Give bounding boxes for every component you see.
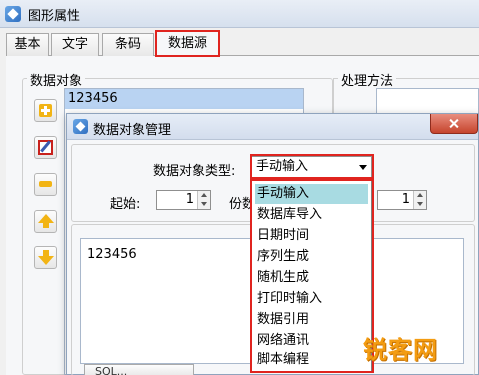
edit-button[interactable] <box>34 136 57 159</box>
chevron-down-icon[interactable] <box>355 157 371 177</box>
close-button[interactable] <box>430 114 478 134</box>
type-combobox[interactable]: 手动输入 <box>251 156 372 178</box>
start-value: 1 <box>185 192 194 207</box>
dropdown-option-network[interactable]: 网络通讯 <box>255 331 368 351</box>
watermark-text: 锐客网 <box>363 336 438 364</box>
move-down-button[interactable] <box>34 246 57 269</box>
remove-button[interactable] <box>34 173 57 196</box>
move-up-button[interactable] <box>34 210 57 233</box>
copies-spinner[interactable]: 1 <box>377 190 427 210</box>
processing-group-label: 处理方法 <box>338 70 397 89</box>
dropdown-option-random[interactable]: 随机生成 <box>255 268 368 288</box>
plus-icon <box>39 104 52 117</box>
dropdown-option-script[interactable]: 脚本编程 <box>255 350 368 370</box>
tab-text[interactable]: 文字 <box>51 33 99 56</box>
start-label: 起始: <box>110 197 141 212</box>
dialog-titlebar: 数据对象管理 <box>67 114 478 140</box>
add-button[interactable] <box>34 99 57 122</box>
type-label: 数据对象类型: <box>153 164 236 179</box>
app-icon <box>5 6 21 22</box>
start-spinner[interactable]: 1 <box>156 190 211 210</box>
minus-icon <box>39 181 52 187</box>
list-item[interactable]: 123456 <box>65 89 303 109</box>
window-title: 图形属性 <box>28 9 81 24</box>
data-object-group-label: 数据对象 <box>27 70 86 89</box>
type-combobox-value: 手动输入 <box>256 159 309 174</box>
dialog-app-icon <box>73 119 88 134</box>
copies-value: 1 <box>401 192 410 207</box>
spinner-arrows-icon[interactable] <box>197 191 210 209</box>
arrow-down-icon <box>38 250 54 265</box>
tab-basic[interactable]: 基本 <box>6 33 49 56</box>
dropdown-option-manual[interactable]: 手动输入 <box>255 184 368 204</box>
arrow-up-icon <box>38 214 54 228</box>
spinner-arrows-icon[interactable] <box>413 191 426 209</box>
watermark-logo: 锐客网 <box>363 330 473 364</box>
window-titlebar: 图形属性 <box>0 0 479 28</box>
dialog-title: 数据对象管理 <box>93 123 172 138</box>
type-dropdown-list: 手动输入 数据库导入 日期时间 序列生成 随机生成 打印时输入 数据引用 网络通… <box>251 179 372 372</box>
dropdown-option-sequence[interactable]: 序列生成 <box>255 247 368 267</box>
edit-icon <box>38 140 53 155</box>
dropdown-option-data-reference[interactable]: 数据引用 <box>255 310 368 330</box>
dropdown-option-datetime[interactable]: 日期时间 <box>255 226 368 246</box>
dropdown-option-database[interactable]: 数据库导入 <box>255 205 368 225</box>
tab-barcode[interactable]: 条码 <box>102 33 154 56</box>
sql-button[interactable]: SQL... <box>84 364 194 375</box>
tab-datasource[interactable]: 数据源 <box>155 30 220 57</box>
dropdown-option-print-input[interactable]: 打印时输入 <box>255 289 368 309</box>
